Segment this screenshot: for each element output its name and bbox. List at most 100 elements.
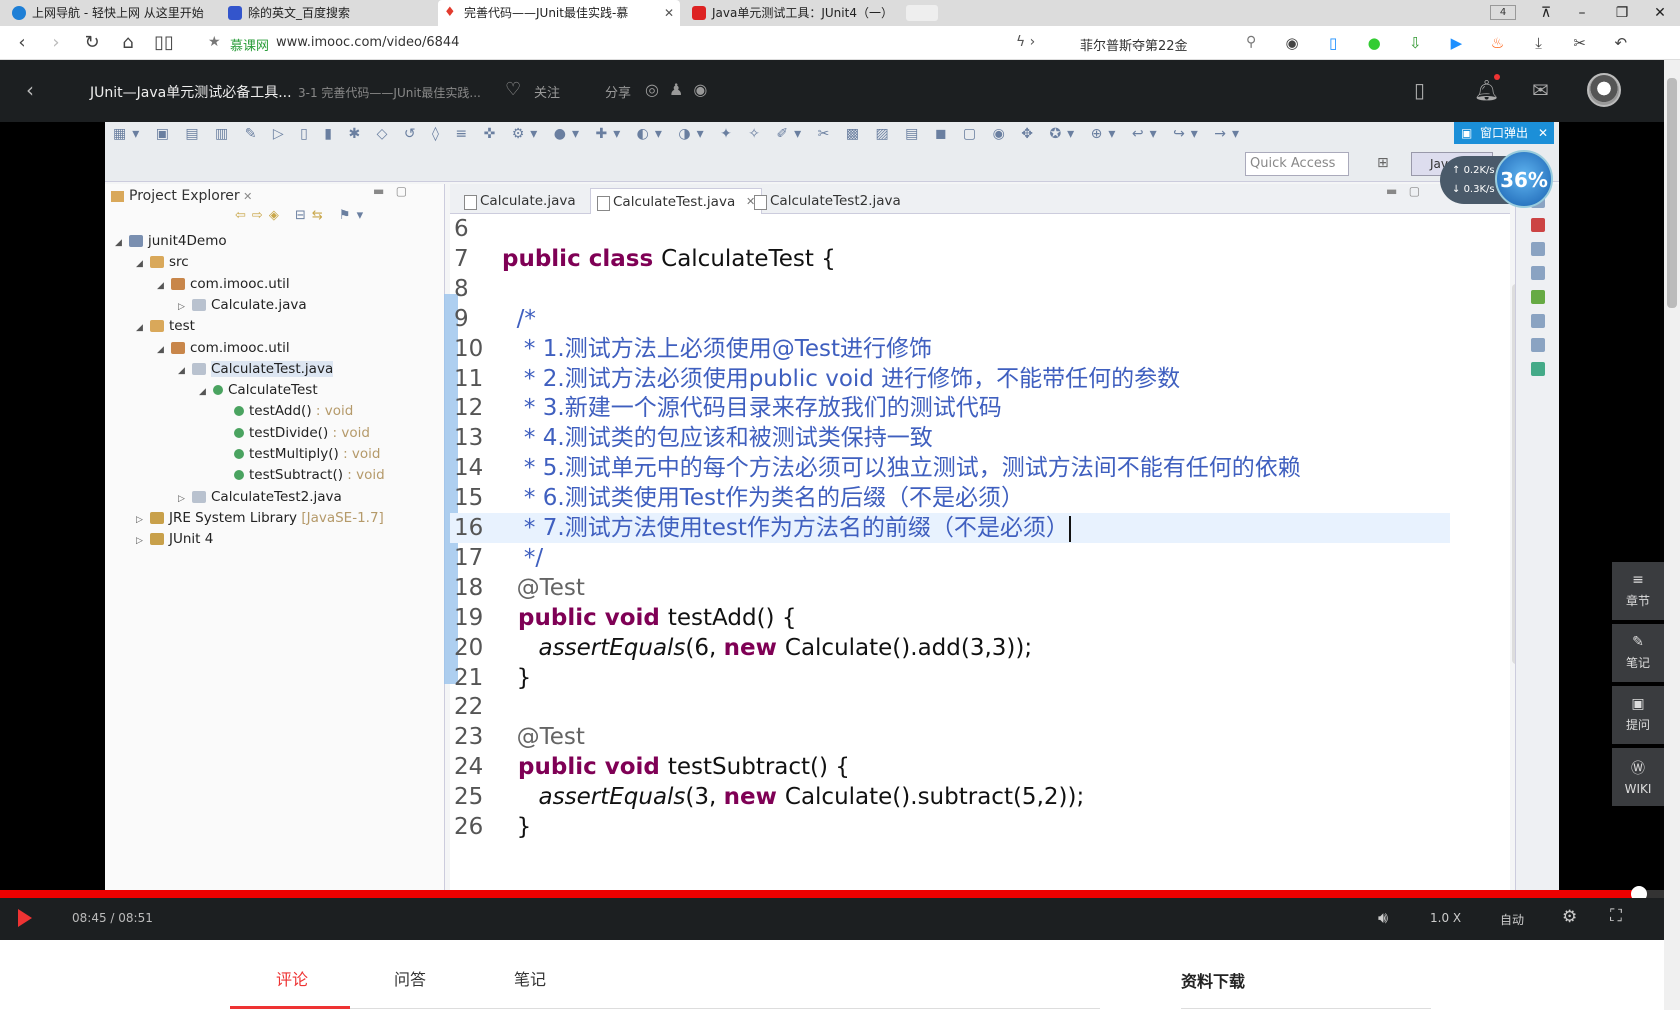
tree-item[interactable]: ▷ JRE System Library [JavaSE-1.7]	[136, 507, 384, 529]
forward-nav-icon[interactable]: ⇨	[252, 208, 269, 223]
progress-bar[interactable]	[0, 886, 1664, 902]
video-player[interactable]: ▦▾ ▣ ▤ ▥ ✎ ▷ ▯ ▮ ✱ ◇ ↺ ◊ ≡ ✜ ⚙▾ ●▾ ✚▾ ◐▾…	[0, 122, 1664, 897]
code-line[interactable]: 23 @Test	[450, 722, 1450, 752]
data-icon[interactable]	[1530, 290, 1545, 304]
back-icon[interactable]: ‹	[10, 31, 34, 55]
code-line[interactable]: 16 * 7.测试方法使用test作为方法名的前缀（不是必须）	[450, 513, 1450, 543]
tree-item[interactable]: ◢ junit4Demo	[115, 230, 227, 252]
focus-icon[interactable]: ⚑	[339, 208, 357, 223]
expand-toggle-icon[interactable]: ▷	[136, 530, 150, 552]
maximize-editor-icon[interactable]: ▢	[1409, 184, 1420, 198]
tree-item[interactable]: testMultiply() : void	[220, 443, 380, 465]
tree-item[interactable]: testAdd() : void	[220, 400, 353, 422]
page-scroll-thumb[interactable]	[1667, 78, 1677, 308]
code-line[interactable]: 20 assertEquals(6, new Calculate().add(3…	[450, 633, 1450, 663]
side-nav-chapters[interactable]: ≡ 章节	[1612, 562, 1664, 620]
play-icon[interactable]	[18, 909, 32, 927]
network-speed-widget[interactable]: ↑ 0.2K/s ↓ 0.3K/s 36%	[1440, 150, 1553, 210]
code-line[interactable]: 25 assertEquals(3, new Calculate().subtr…	[450, 782, 1450, 812]
code-line[interactable]: 9 /*	[450, 304, 1450, 334]
code-line[interactable]: 26 }	[450, 812, 1450, 842]
expand-toggle-icon[interactable]: ◢	[136, 253, 150, 275]
view-icon[interactable]	[1530, 242, 1545, 256]
bell-icon[interactable]: 🔔︎	[1474, 78, 1499, 102]
code-area[interactable]: 6 7 public class CalculateTest {8 9 /* 10 * …	[450, 214, 1510, 897]
code-line[interactable]: 6	[450, 214, 1450, 244]
avatar[interactable]	[1587, 73, 1621, 107]
tree-item[interactable]: ▷ CalculateTest2.java	[178, 486, 342, 508]
playback-rate[interactable]: 1.0 X	[1430, 911, 1461, 925]
restore-icon[interactable]: ❐	[1602, 0, 1642, 26]
mail-icon[interactable]: ✉	[1532, 78, 1549, 102]
home-icon[interactable]: ⌂	[116, 31, 140, 55]
search-suggestion[interactable]: 菲尔普斯夺第22金	[1080, 35, 1188, 54]
console-icon[interactable]	[1530, 338, 1545, 352]
tree-item[interactable]: ▷ JUnit 4	[136, 528, 213, 550]
wechat-share-icon[interactable]: ◎	[645, 80, 669, 99]
minimize-editor-icon[interactable]: ▬	[1386, 184, 1397, 198]
code-line[interactable]: 12 * 3.新建一个源代码目录来存放我们的测试代码	[450, 393, 1450, 423]
code-line[interactable]: 14 * 5.测试单元中的每个方法必须可以独立测试，测试方法间不能有任何的依赖	[450, 453, 1450, 483]
close-window-icon[interactable]: ✕	[1640, 0, 1680, 26]
expand-toggle-icon[interactable]: ◢	[157, 339, 171, 361]
code-line[interactable]: 11 * 2.测试方法必须使用public void 进行修饰，不能带任何的参数	[450, 364, 1450, 394]
tab-qa[interactable]: 问答	[394, 966, 426, 990]
tab-comments[interactable]: 评论	[276, 966, 308, 990]
tree-item[interactable]: ◢ test	[136, 315, 195, 337]
quick-access-input[interactable]: Quick Access	[1245, 152, 1349, 176]
tab-count-badge[interactable]: 4	[1490, 5, 1516, 20]
tab-notes[interactable]: 笔记	[514, 966, 546, 990]
expand-toggle-icon[interactable]: ◢	[136, 317, 150, 339]
open-perspective-icon[interactable]: ⊞	[1377, 155, 1389, 171]
code-line[interactable]: 17 */	[450, 543, 1450, 573]
reload-icon[interactable]: ↻	[80, 31, 104, 55]
fullscreen-icon[interactable]: ⛶	[1610, 906, 1622, 926]
editor-tab-calculatetest2[interactable]: CalculateTest2.java	[748, 188, 901, 214]
tree-item[interactable]: ◢ CalculateTest.java	[178, 358, 334, 382]
browser-tab[interactable]: 上网导航 - 轻快上网 从这里开始	[6, 0, 216, 26]
view-menu-icon[interactable]: ▾	[357, 208, 370, 223]
game-icon[interactable]: ◉	[1280, 31, 1304, 55]
course-title[interactable]: JUnit—Java单元测试必备工具...	[90, 82, 292, 102]
expand-toggle-icon[interactable]: ◢	[178, 360, 192, 382]
scissors-icon[interactable]: ✂	[1568, 31, 1592, 55]
new-tab-button[interactable]	[906, 5, 938, 21]
minimize-icon[interactable]: –	[1562, 0, 1602, 26]
side-nav-question[interactable]: ▣ 提问	[1612, 686, 1664, 744]
code-line[interactable]: 8	[450, 274, 1450, 304]
expand-toggle-icon[interactable]: ◢	[115, 232, 129, 254]
reader-icon[interactable]: ▯▯	[152, 31, 176, 55]
speed-ball[interactable]: 36%	[1495, 150, 1553, 208]
collapse-all-icon[interactable]: ⊟	[295, 208, 312, 223]
tree-item[interactable]: ◢ com.imooc.util	[157, 273, 290, 295]
browser-tab[interactable]: Java单元测试工具：JUnit4（一）	[686, 0, 896, 26]
gear-icon[interactable]: ⚙	[1562, 907, 1577, 927]
page-scrollbar[interactable]	[1664, 60, 1680, 1010]
side-nav-notes[interactable]: ✎ 笔记	[1612, 624, 1664, 682]
bookmark-star-icon[interactable]: ★	[208, 34, 221, 50]
tree-item[interactable]: ◢ com.imooc.util	[157, 337, 290, 359]
weibo-share-icon[interactable]: ◉	[693, 80, 717, 99]
tree-item[interactable]: testDivide() : void	[220, 422, 370, 444]
tree-item[interactable]: ◢ CalculateTest	[199, 379, 318, 401]
editor-tab-calculatetest[interactable]: CalculateTest.java ✕	[590, 188, 763, 214]
undo-icon[interactable]: ↶	[1609, 31, 1633, 55]
browser-tab-active[interactable]: ♦ 完善代码——JUnit最佳实践-慕 ✕	[438, 0, 680, 26]
code-line[interactable]: 13 * 4.测试类的包应该和被测试类保持一致	[450, 423, 1450, 453]
expand-toggle-icon[interactable]: ◢	[157, 275, 171, 297]
download-green-icon[interactable]: ⇩	[1403, 31, 1427, 55]
side-nav-wiki[interactable]: Ⓦ WIKI	[1612, 748, 1664, 806]
code-line[interactable]: 24 public void testSubtract() {	[450, 752, 1450, 782]
url-field[interactable]: www.imooc.com/video/6844	[276, 35, 459, 50]
close-view-icon[interactable]: ✕	[240, 190, 252, 203]
code-line[interactable]: 15 * 6.测试类使用Test作为类名的后缀（不是必须）	[450, 483, 1450, 513]
code-line[interactable]: 7 public class CalculateTest {	[450, 244, 1450, 274]
code-line[interactable]: 21 }	[450, 663, 1450, 693]
popout-window-button[interactable]: ▣ 窗口弹出 ✕	[1454, 122, 1554, 144]
home-nav-icon[interactable]: ◈	[269, 208, 285, 223]
pin-icon[interactable]: ⊼	[1526, 0, 1566, 26]
close-tab-icon[interactable]: ✕	[664, 0, 674, 26]
snippet-icon[interactable]	[1530, 314, 1545, 328]
play-icon[interactable]: ▶	[1444, 31, 1468, 55]
mobile-icon[interactable]: ▯	[1414, 78, 1425, 102]
